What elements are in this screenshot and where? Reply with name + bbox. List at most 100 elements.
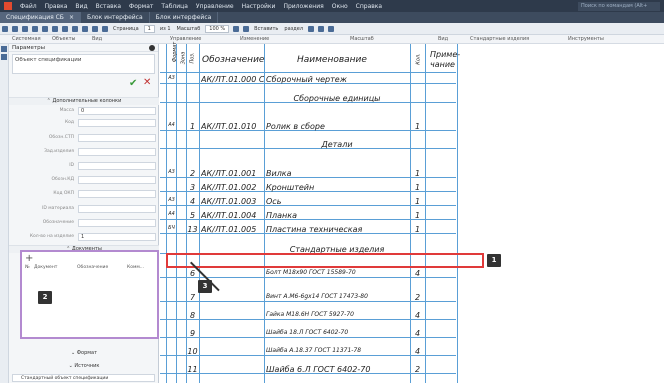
spec-cell-name: Шайба 6.Л ГОСТ 6402-70 (266, 365, 371, 374)
spec-cell-designation: АК/ЛТ.01.000 СБ (201, 75, 264, 84)
open-icon[interactable] (12, 25, 18, 32)
spec-cell-format: БЧ (168, 225, 175, 231)
menu-insert[interactable]: Вставка (92, 3, 125, 10)
paste-icon[interactable] (72, 25, 78, 32)
spec-cell-qty: 4 (414, 347, 421, 356)
spec-cell-qty: 1 (414, 169, 421, 178)
close-icon[interactable]: × (69, 14, 74, 21)
menu-apps[interactable]: Приложения (279, 3, 327, 10)
spec-cell-qty: 1 (414, 197, 421, 206)
scale-label: Масштаб (176, 25, 201, 32)
spec-cell-designation: АК/ЛТ.01.002 (201, 183, 257, 192)
app-logo-icon[interactable] (4, 2, 12, 10)
std-part2-icon[interactable] (318, 25, 325, 32)
field-label: ID материала (42, 206, 74, 211)
field-row: Обозначение (9, 219, 159, 228)
menu-view[interactable]: Вид (71, 3, 91, 10)
tab-interface-block-2[interactable]: Блок интерфейса (150, 12, 219, 23)
spec-cell-qty: 4 (414, 269, 421, 278)
spec-cell-name: Гайка М18.6Н ГОСТ 5927-70 (266, 311, 354, 318)
insert-section-button[interactable]: Вставить (251, 26, 281, 32)
new-icon[interactable] (2, 25, 8, 32)
field-row: Зад.изделия (9, 148, 159, 157)
menu-file[interactable]: Файл (16, 3, 41, 10)
redo-icon[interactable] (42, 25, 48, 32)
std-object-select[interactable]: Стандартный объект спецификации (12, 374, 155, 382)
mass-field[interactable]: 0 (78, 107, 156, 115)
side-tool-strip (0, 44, 9, 383)
menu-format[interactable]: Формат (125, 3, 157, 10)
std-part-icon[interactable] (308, 25, 315, 32)
spec-cell-pos: 10 (187, 347, 198, 356)
spec-cell-designation: АК/ЛТ.01.004 (201, 211, 257, 220)
zoom-icon[interactable] (233, 25, 240, 32)
spec-cell-qty: 2 (414, 293, 421, 302)
save-icon[interactable] (22, 25, 28, 32)
menu-edit[interactable]: Правка (41, 3, 72, 10)
product-field[interactable] (78, 148, 156, 156)
spec-section-title: Детали (321, 140, 353, 149)
spec-cell-pos: 2 (189, 169, 196, 178)
spec-cell-pos: 7 (189, 293, 196, 302)
field-label: Обозначение (42, 220, 74, 225)
group-view2: Вид (438, 36, 449, 42)
spec-cell-designation: АК/ЛТ.01.005 (201, 225, 257, 234)
add-document-icon[interactable]: + (25, 253, 33, 264)
cancel-icon[interactable]: ✕ (143, 77, 151, 88)
spec-cell-qty: 4 (414, 311, 421, 320)
menu-window[interactable]: Окно (328, 3, 352, 10)
sort-icon[interactable] (92, 25, 98, 32)
id-field[interactable] (78, 162, 156, 170)
field-row: Кол-во на изделие 1 (9, 233, 159, 242)
designation-field[interactable] (78, 219, 156, 227)
spec-cell-format: А3 (168, 75, 175, 81)
sum-icon[interactable] (102, 25, 108, 32)
spec-cell-qty: 1 (414, 183, 421, 192)
tab-interface-block-1[interactable]: Блок интерфейса (81, 12, 150, 23)
spec-cell-pos: 5 (189, 211, 196, 220)
okp-field[interactable] (78, 190, 156, 198)
copy-icon[interactable] (62, 25, 68, 32)
field-row: Код (9, 119, 159, 128)
field-label: Код ОКП (53, 191, 74, 196)
undo-icon[interactable] (32, 25, 38, 32)
stp-field[interactable] (78, 134, 156, 142)
scale-select[interactable]: 100 % (205, 24, 230, 33)
page-input[interactable]: 1 (143, 24, 155, 33)
col-designation-header: Обозначение (202, 55, 265, 65)
spec-cell-pos: 1 (189, 122, 196, 131)
object-name-field[interactable]: Объект спецификации (12, 54, 155, 74)
menu-help[interactable]: Справка (352, 3, 386, 10)
code-field[interactable] (78, 119, 156, 127)
field-label: Зад.изделия (44, 149, 74, 154)
spec-cell-format: А3 (168, 197, 175, 203)
menu-table[interactable]: Таблица (157, 3, 192, 10)
tab-label: Спецификация СБ (6, 14, 64, 21)
group-std: Стандартные изделия (470, 36, 530, 42)
main-toolbar: Страница 1 из 1 Масштаб 100 % Вставить р… (0, 23, 664, 35)
std-part3-icon[interactable] (328, 25, 335, 32)
section-source[interactable]: ⌄ Источник (9, 363, 159, 371)
section-extra-columns[interactable]: ⌃ Дополнительные колонки (9, 97, 159, 105)
spec-cell-designation: АК/ЛТ.01.010 (201, 122, 257, 131)
fit-icon[interactable] (243, 25, 250, 32)
kd-field[interactable] (78, 176, 156, 184)
field-label: Обозн.КД (51, 177, 74, 182)
tab-specification[interactable]: Спецификация СБ × (0, 12, 81, 23)
page-label: Страница (113, 25, 139, 32)
qty-per-product-field[interactable]: 1 (78, 233, 156, 241)
object-icon[interactable] (82, 25, 88, 32)
cut-icon[interactable] (52, 25, 58, 32)
spec-canvas[interactable]: Формат Зона Поз. Обозначение Наименовани… (160, 42, 664, 383)
check-icon[interactable]: ✔ (129, 78, 137, 89)
menu-manage[interactable]: Управление (192, 3, 238, 10)
help-icon[interactable] (149, 44, 155, 51)
search-input[interactable]: Поиск по командам (Alt+ (578, 1, 660, 11)
field-row: Масса 0 (9, 107, 159, 116)
spec-cell-name: Вилка (266, 169, 292, 178)
properties-icon[interactable] (1, 54, 7, 60)
section-format[interactable]: ⌄ Формат (9, 350, 159, 358)
menu-settings[interactable]: Настройки (238, 3, 280, 10)
material-id-field[interactable] (78, 205, 156, 213)
tree-icon[interactable] (1, 46, 7, 52)
